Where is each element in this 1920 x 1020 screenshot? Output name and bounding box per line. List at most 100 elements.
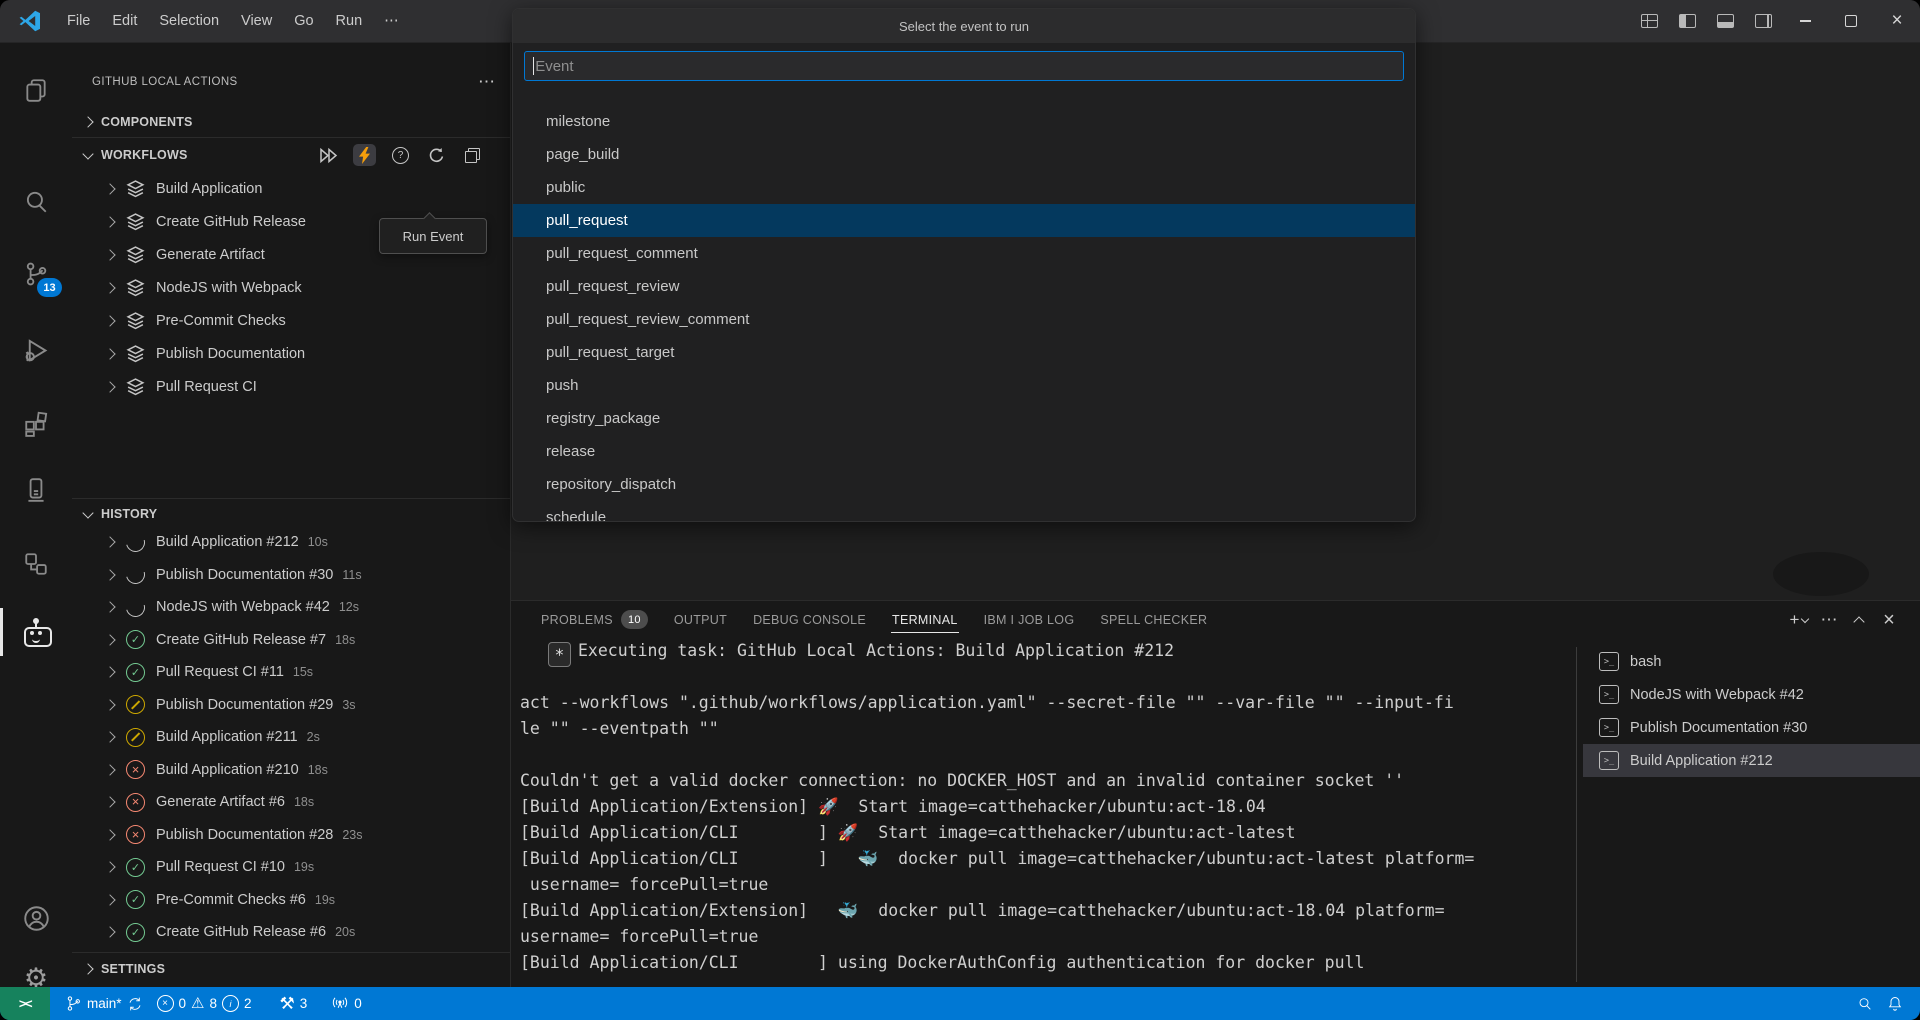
history-item[interactable]: Create GitHub Release #6 20s	[72, 916, 510, 949]
sidebar-more-actions-icon[interactable]: ⋯	[478, 72, 496, 92]
minimize-button[interactable]	[1782, 0, 1828, 42]
event-input[interactable]: Event	[524, 51, 1404, 81]
history-item[interactable]: Pre-Commit Checks #6 19s	[72, 884, 510, 917]
search-status-icon[interactable]	[1850, 996, 1880, 1012]
menu-item[interactable]: Go	[283, 8, 324, 34]
new-terminal-icon[interactable]: +	[1786, 607, 1812, 633]
event-option[interactable]: registry_package	[513, 402, 1415, 435]
hierarchy-icon[interactable]	[0, 540, 72, 588]
extensions-icon[interactable]	[0, 400, 72, 448]
menu-item[interactable]: View	[230, 8, 283, 34]
event-option[interactable]: pull_request_review	[513, 270, 1415, 303]
notifications-bell-icon[interactable]	[1880, 995, 1910, 1012]
event-option[interactable]: public	[513, 171, 1415, 204]
branch-status-item[interactable]: main*	[58, 987, 150, 1020]
event-option[interactable]: page_build	[513, 138, 1415, 171]
panel-tab[interactable]: PROBLEMS 10	[528, 601, 661, 638]
toggle-secondary-sidebar-icon[interactable]	[1746, 6, 1780, 36]
menu-item[interactable]: ⋯	[373, 8, 410, 34]
terminal-session[interactable]: >_ Publish Documentation #30	[1583, 711, 1920, 744]
customize-layout-icon[interactable]	[1632, 6, 1666, 36]
terminal-session[interactable]: >_ NodeJS with Webpack #42	[1583, 678, 1920, 711]
problems-status-item[interactable]: × 0 ⚠ 8 i 2	[150, 987, 259, 1020]
history-item[interactable]: Publish Documentation #29 3s	[72, 689, 510, 722]
run-duration: 12s	[339, 600, 359, 614]
workflow-item[interactable]: NodeJS with Webpack	[72, 271, 510, 304]
toggle-primary-sidebar-icon[interactable]	[1670, 6, 1704, 36]
history-item[interactable]: Pull Request CI #10 19s	[72, 851, 510, 884]
layers-icon	[126, 278, 145, 297]
history-item[interactable]: Build Application #211 2s	[72, 721, 510, 754]
close-button[interactable]: ×	[1874, 0, 1920, 42]
history-item[interactable]: Build Application #212 10s	[72, 526, 510, 559]
panel-more-actions-icon[interactable]: ⋯	[1816, 607, 1842, 633]
workflow-item[interactable]: Publish Documentation	[72, 337, 510, 370]
workflows-tree: Build Application Create GitHub Release …	[72, 172, 510, 403]
menu-item[interactable]: Run	[325, 8, 374, 34]
terminal-session[interactable]: >_ Build Application #212	[1583, 744, 1920, 777]
history-item[interactable]: Publish Documentation #28 23s	[72, 819, 510, 852]
sidebar-github-local-actions: GITHUB LOCAL ACTIONS ⋯ COMPONENTS WORKFL…	[72, 42, 511, 987]
workflow-item[interactable]: Pull Request CI	[72, 370, 510, 403]
event-option[interactable]: release	[513, 435, 1415, 468]
history-item[interactable]: Generate Artifact #6 18s	[72, 786, 510, 819]
event-option[interactable]: pull_request_comment	[513, 237, 1415, 270]
close-panel-icon[interactable]: ×	[1876, 607, 1902, 633]
event-option[interactable]: milestone	[513, 105, 1415, 138]
chevron-right-icon	[104, 537, 115, 548]
history-item[interactable]: Build Application #210 18s	[72, 754, 510, 787]
account-icon[interactable]	[0, 894, 72, 942]
maximize-button[interactable]	[1828, 0, 1874, 42]
maximize-panel-icon[interactable]	[1846, 607, 1872, 633]
event-option[interactable]: push	[513, 369, 1415, 402]
history-item[interactable]: Pull Request CI #11 15s	[72, 656, 510, 689]
event-option[interactable]: pull_request_review_comment	[513, 303, 1415, 336]
run-debug-icon[interactable]	[0, 326, 72, 374]
panel-tab[interactable]: SPELL CHECKER	[1087, 601, 1220, 638]
run-status-icon	[126, 663, 145, 682]
history-item[interactable]: NodeJS with Webpack #42 12s	[72, 591, 510, 624]
terminal-splitter[interactable]	[1576, 647, 1577, 982]
section-settings[interactable]: SETTINGS	[72, 955, 510, 983]
panel-tab[interactable]: TERMINAL	[879, 601, 971, 638]
terminal-output[interactable]: * Executing task: GitHub Local Actions: …	[520, 641, 1566, 987]
event-option[interactable]: schedule	[513, 501, 1415, 522]
section-history[interactable]: HISTORY	[72, 500, 510, 528]
collapse-all-icon[interactable]	[461, 144, 484, 166]
explorer-icon[interactable]	[0, 66, 72, 114]
run-event-lightning-icon[interactable]	[353, 144, 376, 166]
terminal-prompt-icon: >_	[1599, 751, 1619, 770]
chevron-right-icon	[104, 829, 115, 840]
refresh-icon[interactable]	[425, 144, 448, 166]
task-decoration-icon[interactable]: *	[548, 642, 571, 667]
github-local-actions-icon[interactable]	[0, 608, 72, 656]
panel-tab[interactable]: DEBUG CONSOLE	[740, 601, 879, 638]
section-components[interactable]: COMPONENTS	[72, 108, 510, 136]
terminal-line: username= forcePull=true	[520, 875, 1566, 901]
event-option[interactable]: pull_request	[513, 204, 1415, 237]
remote-indicator[interactable]: ><	[0, 987, 50, 1020]
panel-tab[interactable]: IBM I JOB LOG	[971, 601, 1088, 638]
help-icon[interactable]: ?	[389, 144, 412, 166]
run-duration: 18s	[335, 633, 355, 647]
remote-explorer-icon[interactable]	[0, 466, 72, 514]
terminal-task-line: Executing task: GitHub Local Actions: Bu…	[520, 641, 1566, 667]
terminal-session[interactable]: >_ bash	[1583, 645, 1920, 678]
history-item[interactable]: Create GitHub Release #7 18s	[72, 624, 510, 657]
tools-status-item[interactable]: ⚒ 3	[273, 987, 315, 1020]
event-option[interactable]: repository_dispatch	[513, 468, 1415, 501]
quick-pick-titlebar[interactable]: Select the event to run	[513, 9, 1415, 43]
run-event-tooltip: Run Event	[379, 218, 487, 254]
menu-item[interactable]: Edit	[101, 8, 148, 34]
run-all-workflows-icon[interactable]	[317, 144, 340, 166]
broadcast-status-item[interactable]: 0	[324, 987, 369, 1020]
menu-item[interactable]: Selection	[148, 8, 230, 34]
event-option[interactable]: pull_request_target	[513, 336, 1415, 369]
workflow-item[interactable]: Pre-Commit Checks	[72, 304, 510, 337]
menu-item[interactable]: File	[56, 8, 101, 34]
toggle-panel-icon[interactable]	[1708, 6, 1742, 36]
workflow-item[interactable]: Build Application	[72, 172, 510, 205]
history-item[interactable]: Publish Documentation #30 11s	[72, 559, 510, 592]
search-icon[interactable]	[0, 178, 72, 226]
panel-tab[interactable]: OUTPUT	[661, 601, 740, 638]
